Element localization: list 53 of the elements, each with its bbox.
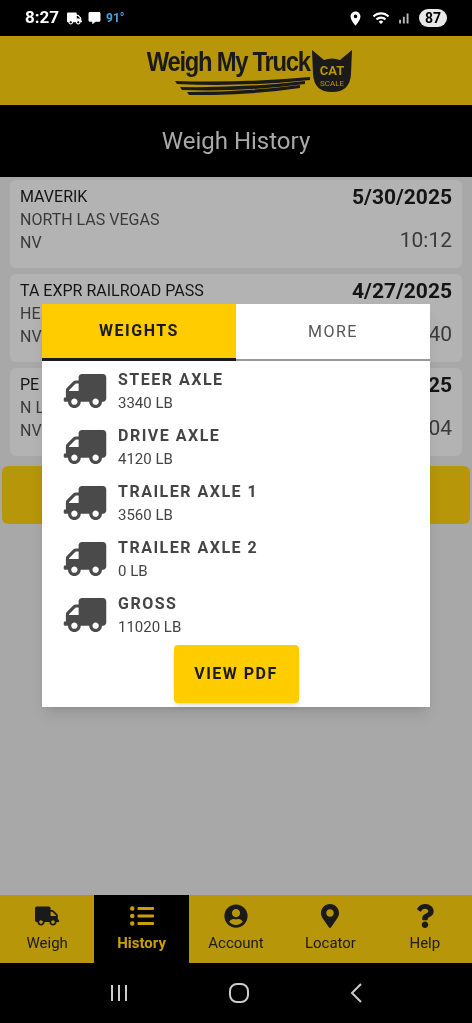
axle-weight: 11020 LB (118, 616, 182, 638)
history-card[interactable]: MAVERIK NORTH LAS VEGAS NV 5/30/2025 10:12 (10, 180, 462, 268)
station-state: NV (20, 420, 42, 442)
logo-text: Weigh My Truck (146, 46, 310, 77)
speed-lines-icon (174, 76, 310, 95)
status-time: 8:27 (25, 6, 60, 30)
axle-weight: 3560 LB (118, 504, 174, 526)
truck-icon (62, 374, 108, 408)
station-state: NV (20, 232, 42, 254)
axle-label: DRIVE AXLE (118, 424, 221, 447)
wifi-icon (371, 9, 390, 27)
truck-icon (67, 11, 83, 25)
station-state: NV (20, 326, 42, 348)
weigh-time: 10:12 (399, 227, 452, 254)
truck-icon (62, 430, 108, 464)
axle-label: TRAILER AXLE 2 (118, 536, 259, 559)
view-pdf-button[interactable]: VIEW PDF (173, 645, 299, 703)
dialog-tab[interactable]: WEIGHTS (42, 304, 236, 361)
weigh-date: 25 (427, 373, 452, 397)
axle-weight: 3340 LB (118, 392, 174, 414)
home-icon[interactable] (228, 982, 250, 1004)
dialog-tab[interactable]: MORE (236, 304, 430, 359)
truck-icon (62, 542, 108, 576)
station-name: PE (20, 374, 40, 396)
truck-icon (62, 486, 108, 520)
nav-tab[interactable]: Locator (283, 895, 378, 963)
battery-level: 87 (418, 9, 447, 27)
truck-icon (62, 598, 108, 632)
back-icon[interactable] (348, 982, 363, 1004)
weigh-time: 04 (428, 415, 452, 442)
chat-icon (88, 12, 102, 24)
account-icon (224, 903, 248, 928)
station-city: HE (20, 303, 41, 325)
nav-tab[interactable]: History (94, 895, 189, 963)
nav-tab[interactable]: Weigh (0, 895, 95, 963)
weigh-time: 40 (428, 321, 452, 348)
temperature: 91° (106, 10, 125, 27)
station-name: TA EXPR RAILROAD PASS (20, 280, 204, 302)
weigh-date: 5/30/2025 (352, 185, 452, 209)
axle-label: STEER AXLE (118, 368, 224, 391)
nav-tab[interactable]: Help (377, 895, 472, 963)
nav-tab[interactable]: Account (188, 895, 284, 963)
recent-apps-icon[interactable] (109, 984, 130, 1002)
weigh-date: 4/27/2025 (352, 279, 452, 303)
station-city: NORTH LAS VEGAS (20, 209, 160, 231)
station-name: MAVERIK (20, 186, 88, 208)
axle-label: GROSS (118, 592, 179, 615)
axle-weight: 4120 LB (118, 448, 174, 470)
axle-label: TRAILER AXLE 1 (118, 480, 259, 503)
page-title: Weigh History (161, 126, 311, 157)
axle-weight: 0 LB (118, 560, 149, 582)
truck-icon (35, 903, 60, 928)
list-icon (129, 903, 154, 928)
